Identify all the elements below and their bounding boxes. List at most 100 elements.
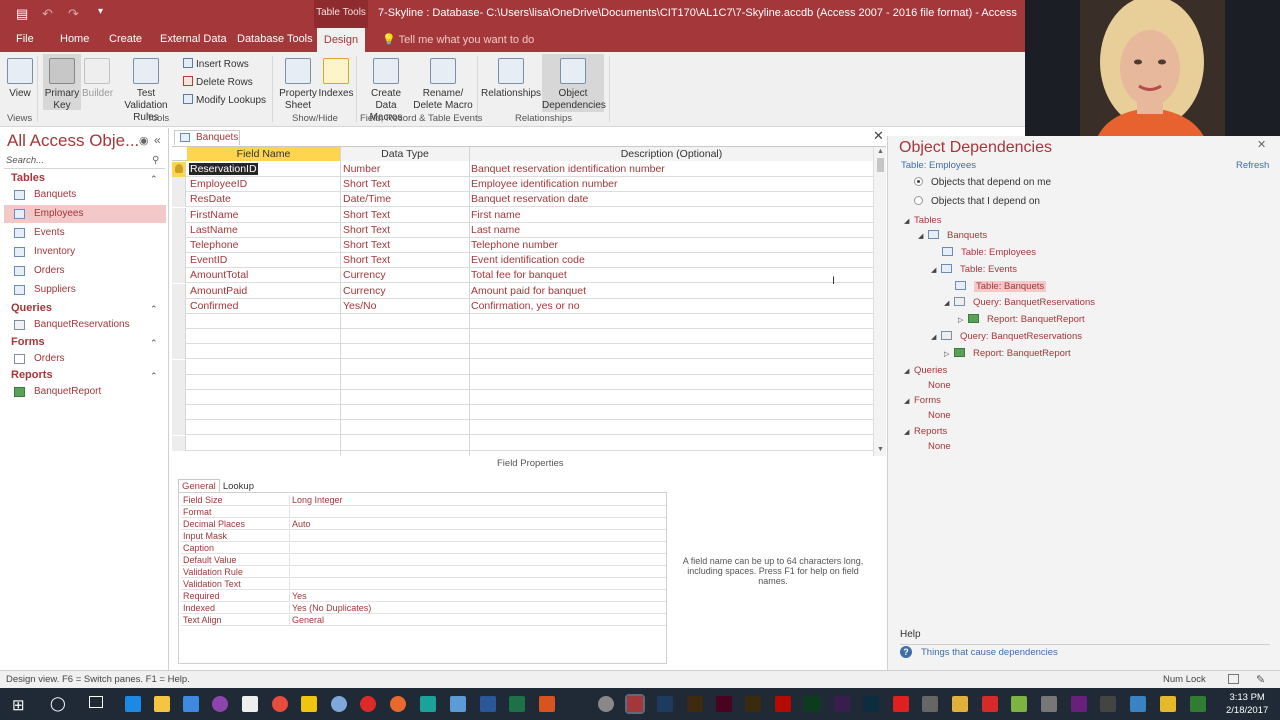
row-selector[interactable]	[172, 177, 186, 193]
expand-icon[interactable]: ◢	[931, 263, 941, 278]
animate-icon[interactable]	[834, 696, 850, 712]
filezilla-icon[interactable]	[982, 696, 998, 712]
row-selector[interactable]	[172, 298, 186, 314]
nav-item-suppliers[interactable]: Suppliers	[4, 281, 166, 299]
refresh-link[interactable]: Refresh	[1236, 160, 1269, 171]
media-icon[interactable]	[212, 696, 228, 712]
tree-node-table-events[interactable]: ◢ Table: Events	[931, 262, 1017, 277]
field-name-cell[interactable]: EmployeeID	[190, 178, 340, 190]
store-icon[interactable]	[183, 696, 199, 712]
description-cell[interactable]: First name	[471, 209, 521, 221]
primary-key-button[interactable]: Primary Key	[43, 54, 81, 111]
tree-node-table-employees[interactable]: Table: Employees	[942, 245, 1036, 260]
data-type-cell[interactable]: Short Text	[343, 224, 468, 236]
scroll-down-icon[interactable]: ▼	[877, 446, 884, 453]
property-value[interactable]: Auto	[289, 519, 666, 530]
field-name-cell[interactable]: AmountPaid	[190, 285, 340, 297]
close-document-icon[interactable]: ✕	[873, 128, 884, 144]
property-value[interactable]	[289, 531, 666, 542]
row-selector[interactable]	[172, 238, 186, 253]
row-selector[interactable]	[172, 435, 186, 451]
property-value[interactable]	[289, 555, 666, 566]
firefox-icon[interactable]	[390, 696, 406, 712]
column-header-description[interactable]: Description (Optional)	[470, 147, 873, 161]
row-selector[interactable]	[172, 329, 186, 345]
property-sheet-button[interactable]: Property Sheet	[278, 58, 318, 112]
row-selector[interactable]	[172, 390, 186, 405]
redo-icon[interactable]: ↷	[68, 6, 79, 22]
expand-icon[interactable]: ◢	[904, 214, 914, 229]
chevron-up-icon[interactable]: ⌃	[150, 371, 158, 382]
table-row[interactable]: AmountPaid Currency Amount paid for banque…	[172, 283, 873, 299]
table-row[interactable]	[172, 329, 873, 345]
table-row[interactable]: ResDate Date/Time Banquet reservation date	[172, 192, 873, 208]
insert-rows-button[interactable]: Insert Rows	[183, 58, 249, 70]
field-name-cell[interactable]: Telephone	[190, 239, 340, 251]
data-type-cell[interactable]: Number	[343, 163, 468, 175]
data-type-cell[interactable]: Currency	[343, 269, 468, 281]
tab-external-data[interactable]: External Data	[160, 33, 227, 45]
field-name-cell[interactable]: EventID	[190, 254, 340, 266]
description-cell[interactable]: Banquet reservation identification numbe…	[471, 163, 665, 175]
field-name-cell[interactable]: FirstName	[190, 209, 340, 221]
description-cell[interactable]: Confirmation, yes or no	[471, 300, 580, 312]
tree-node-queries[interactable]: ◢ Queries	[904, 363, 947, 378]
field-name-cell[interactable]: Confirmed	[190, 300, 340, 312]
table-row[interactable]	[172, 420, 873, 436]
chrome-icon[interactable]	[272, 696, 288, 712]
expand-icon[interactable]: ◢	[904, 425, 914, 440]
app-icon[interactable]	[1160, 696, 1176, 712]
nav-search-input[interactable]: Search...	[4, 155, 165, 169]
table-row[interactable]	[172, 344, 873, 360]
task-view-icon[interactable]	[89, 696, 103, 708]
tab-home[interactable]: Home	[60, 33, 89, 45]
captivate-icon[interactable]	[804, 696, 820, 712]
access-icon[interactable]	[625, 694, 645, 714]
table-row[interactable]: FirstName Short Text First name	[172, 207, 873, 223]
row-selector[interactable]	[172, 268, 186, 284]
indesign-icon[interactable]	[716, 696, 732, 712]
table-row[interactable]: EventID Short Text Event identification co…	[172, 253, 873, 269]
rename-delete-macro-button[interactable]: Rename/ Delete Macro	[413, 58, 473, 112]
document-tab-banquets[interactable]: Banquets	[174, 130, 240, 145]
row-selector[interactable]	[172, 374, 186, 390]
tree-node-report-banquetreport-2[interactable]: ▷ Report: BanquetReport	[944, 346, 1071, 361]
data-type-cell[interactable]: Yes/No	[343, 300, 468, 312]
description-cell[interactable]: Total fee for banquet	[471, 269, 567, 281]
tree-node-query-banquetreservations[interactable]: ◢ Query: BanquetReservations	[944, 295, 1095, 310]
prelude-icon[interactable]	[863, 696, 879, 712]
scroll-thumb[interactable]	[877, 158, 884, 172]
file-explorer-icon[interactable]	[154, 696, 170, 712]
tab-design[interactable]: Design	[317, 28, 365, 52]
word-icon[interactable]	[480, 696, 496, 712]
table-row[interactable]: AmountTotal Currency Total fee for banquet	[172, 268, 873, 284]
table-row[interactable]	[172, 314, 873, 329]
table-row[interactable]: Confirmed Yes/No Confirmation, yes or no	[172, 298, 873, 314]
undo-icon[interactable]: ↶	[42, 6, 53, 22]
field-name-cell[interactable]: AmountTotal	[190, 269, 340, 281]
close-pane-icon[interactable]: ✕	[1257, 138, 1266, 151]
nav-section-reports[interactable]: Reports	[11, 369, 53, 381]
row-selector[interactable]	[172, 314, 186, 329]
field-name-cell[interactable]: ReservationID	[189, 163, 258, 175]
description-cell[interactable]: Amount paid for banquet	[471, 285, 586, 297]
expand-icon[interactable]: ◢	[904, 364, 914, 379]
data-type-cell[interactable]: Short Text	[343, 178, 468, 190]
field-name-cell[interactable]: LastName	[190, 224, 340, 236]
chevron-up-icon[interactable]: ⌃	[150, 338, 158, 349]
radio-depend-on-me[interactable]: Objects that depend on me	[914, 177, 1051, 188]
chevron-up-icon[interactable]: ⌃	[150, 174, 158, 185]
chevron-up-icon[interactable]: ⌃	[150, 304, 158, 315]
customize-toolbar-icon[interactable]: ▾	[98, 6, 103, 17]
cortana-icon[interactable]: ◯	[50, 695, 66, 712]
description-cell[interactable]: Last name	[471, 224, 520, 236]
property-value[interactable]	[289, 567, 666, 578]
collapsed-icon[interactable]: ▷	[944, 347, 954, 362]
tree-node-forms[interactable]: ◢ Forms	[904, 393, 941, 408]
app-icon[interactable]	[922, 696, 938, 712]
tree-node-banquets[interactable]: ◢ Banquets	[918, 228, 987, 243]
table-row[interactable]	[172, 390, 873, 405]
search-icon[interactable]: ⚲	[152, 155, 159, 166]
data-type-cell[interactable]: Short Text	[343, 239, 468, 251]
table-row[interactable]	[172, 405, 873, 421]
